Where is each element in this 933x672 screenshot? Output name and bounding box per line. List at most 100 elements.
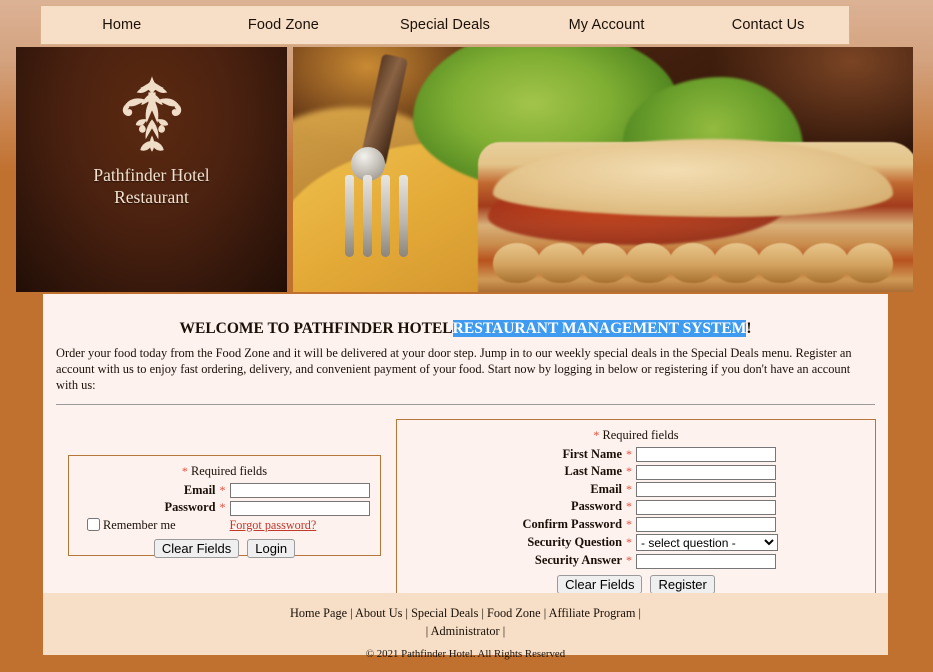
footer-links: Home Page | About Us | Special Deals | F… [43,605,888,641]
required-star-icon: * [626,553,632,568]
photo-fork-tine [363,175,372,257]
fleur-de-lis-ornament-icon [122,76,181,152]
register-first-name-input[interactable] [636,447,776,463]
footer-link-administrator[interactable]: Administrator [431,624,500,638]
register-confirm-password-label: Confirm Password [522,516,622,531]
required-star-icon: * [181,463,188,478]
register-password-input[interactable] [636,499,776,515]
required-star-icon: * [626,516,632,531]
main-navigation: Home Food Zone Special Deals My Account … [40,5,850,45]
photo-pasta-ruffle [713,243,761,283]
login-required-note: * Required fields [75,464,374,479]
register-security-question-label: Security Question [527,535,622,550]
register-email-label: Email [590,481,622,496]
divider-top [56,403,875,405]
nav-item-my-account[interactable]: My Account [526,5,688,45]
hero-banner: Pathfinder Hotel Restaurant [16,47,913,292]
login-fields-table: Email * Password * Remember me Forgot pa… [75,482,374,534]
photo-fork-tine [345,175,354,257]
login-buttons: Clear Fields Login [75,534,374,558]
photo-pasta-ruffle [625,243,673,283]
photo-pasta-ruffle [537,243,585,283]
register-confirm-password-input[interactable] [636,517,776,533]
footer-links-line2: | Administrator | [43,623,888,641]
login-clear-fields-button[interactable]: Clear Fields [153,538,240,558]
welcome-suffix: ! [746,320,752,337]
remember-me-cell: Remember me [75,517,216,534]
register-buttons: Clear Fields Register [403,570,869,594]
footer-link-food-zone[interactable]: Food Zone [487,606,541,620]
login-password-input[interactable] [229,500,370,516]
page-footer: Home Page | About Us | Special Deals | F… [43,593,888,660]
remember-me-checkbox[interactable] [87,517,100,531]
nav-item-contact-us[interactable]: Contact Us [687,5,849,45]
register-security-answer-label: Security Answer [534,553,622,568]
register-security-question-select[interactable]: - select question - [636,534,778,552]
register-row-confirm-password: Confirm Password * [403,516,869,534]
brand-logo-panel[interactable]: Pathfinder Hotel Restaurant [16,47,287,292]
register-required-label: Required fields [602,427,679,442]
register-clear-fields-button[interactable]: Clear Fields [557,574,643,594]
welcome-prefix: WELCOME TO PATHFINDER HOTEL [179,320,453,337]
photo-fork-tine [399,175,408,257]
register-row-last-name: Last Name * [403,463,869,481]
footer-separator: | [478,606,487,620]
register-last-name-input[interactable] [636,464,776,480]
register-row-password: Password * [403,498,869,516]
footer-separator: | [402,606,412,620]
required-star-icon: * [626,481,632,496]
page-title: WELCOME TO PATHFINDER HOTELRESTAURANT MA… [43,294,888,338]
required-star-icon: * [626,446,632,461]
login-required-label: Required fields [191,463,268,478]
nav-item-home[interactable]: Home [41,5,203,45]
photo-fork-tine [381,175,390,257]
brand-name-line1: Pathfinder Hotel [93,165,210,185]
login-row-password: Password * [75,499,374,517]
footer-separator: | [347,606,355,620]
brand-name: Pathfinder Hotel Restaurant [93,165,209,209]
register-first-name-label: First Name [562,446,622,461]
register-required-note: * Required fields [403,428,869,443]
required-star-icon: * [626,464,632,479]
register-fields-table: First Name * Last Name * Email * Passwor… [403,446,869,570]
login-password-label: Password [164,500,216,515]
footer-link-affiliate-program[interactable]: Affiliate Program [549,606,636,620]
photo-pasta-ruffle [801,243,849,283]
required-star-icon: * [593,427,600,442]
required-star-icon: * [219,482,226,497]
welcome-highlight: RESTAURANT MANAGEMENT SYSTEM [452,320,747,337]
register-security-answer-input[interactable] [636,553,776,569]
copyright-text: © 2021 Pathfinder Hotel. All Rights Rese… [365,647,566,660]
photo-pasta-ruffle [845,243,893,283]
footer-link-home-page[interactable]: Home Page [290,606,347,620]
forgot-password-link[interactable]: Forgot password? [230,518,317,532]
nav-item-food-zone[interactable]: Food Zone [203,5,365,45]
register-row-security-answer: Security Answer * [403,552,869,570]
login-row-remember: Remember me Forgot password? [75,517,374,534]
required-star-icon: * [626,499,632,514]
register-row-email: Email * [403,481,869,499]
register-submit-button[interactable]: Register [650,574,715,594]
nav-item-special-deals[interactable]: Special Deals [364,5,526,45]
photo-pasta-ruffle [493,243,541,283]
footer-separator: | [499,623,506,638]
remember-me-label: Remember me [103,517,176,532]
required-star-icon: * [219,500,226,515]
login-email-input[interactable] [229,483,370,499]
register-email-input[interactable] [636,482,776,498]
footer-link-about-us[interactable]: About Us [355,606,402,620]
hero-food-photo [293,47,913,292]
login-form-panel: * Required fields Email * Password * Rem… [68,454,381,558]
intro-paragraph: Order your food today from the Food Zone… [56,346,852,392]
photo-pasta-ruffle [581,243,629,283]
register-row-security-question: Security Question * - select question - [403,533,869,552]
footer-link-special-deals[interactable]: Special Deals [411,606,478,620]
forms-row: * Required fields Email * Password * Rem… [43,418,888,595]
photo-pasta-ruffle [669,243,717,283]
login-email-label: Email [183,482,216,497]
page-root: Home Food Zone Special Deals My Account … [0,0,933,672]
register-form-panel: * Required fields First Name * Last Name… [395,418,876,595]
footer-separator: | [635,606,641,620]
register-password-label: Password [571,499,622,514]
login-submit-button[interactable]: Login [247,538,296,558]
